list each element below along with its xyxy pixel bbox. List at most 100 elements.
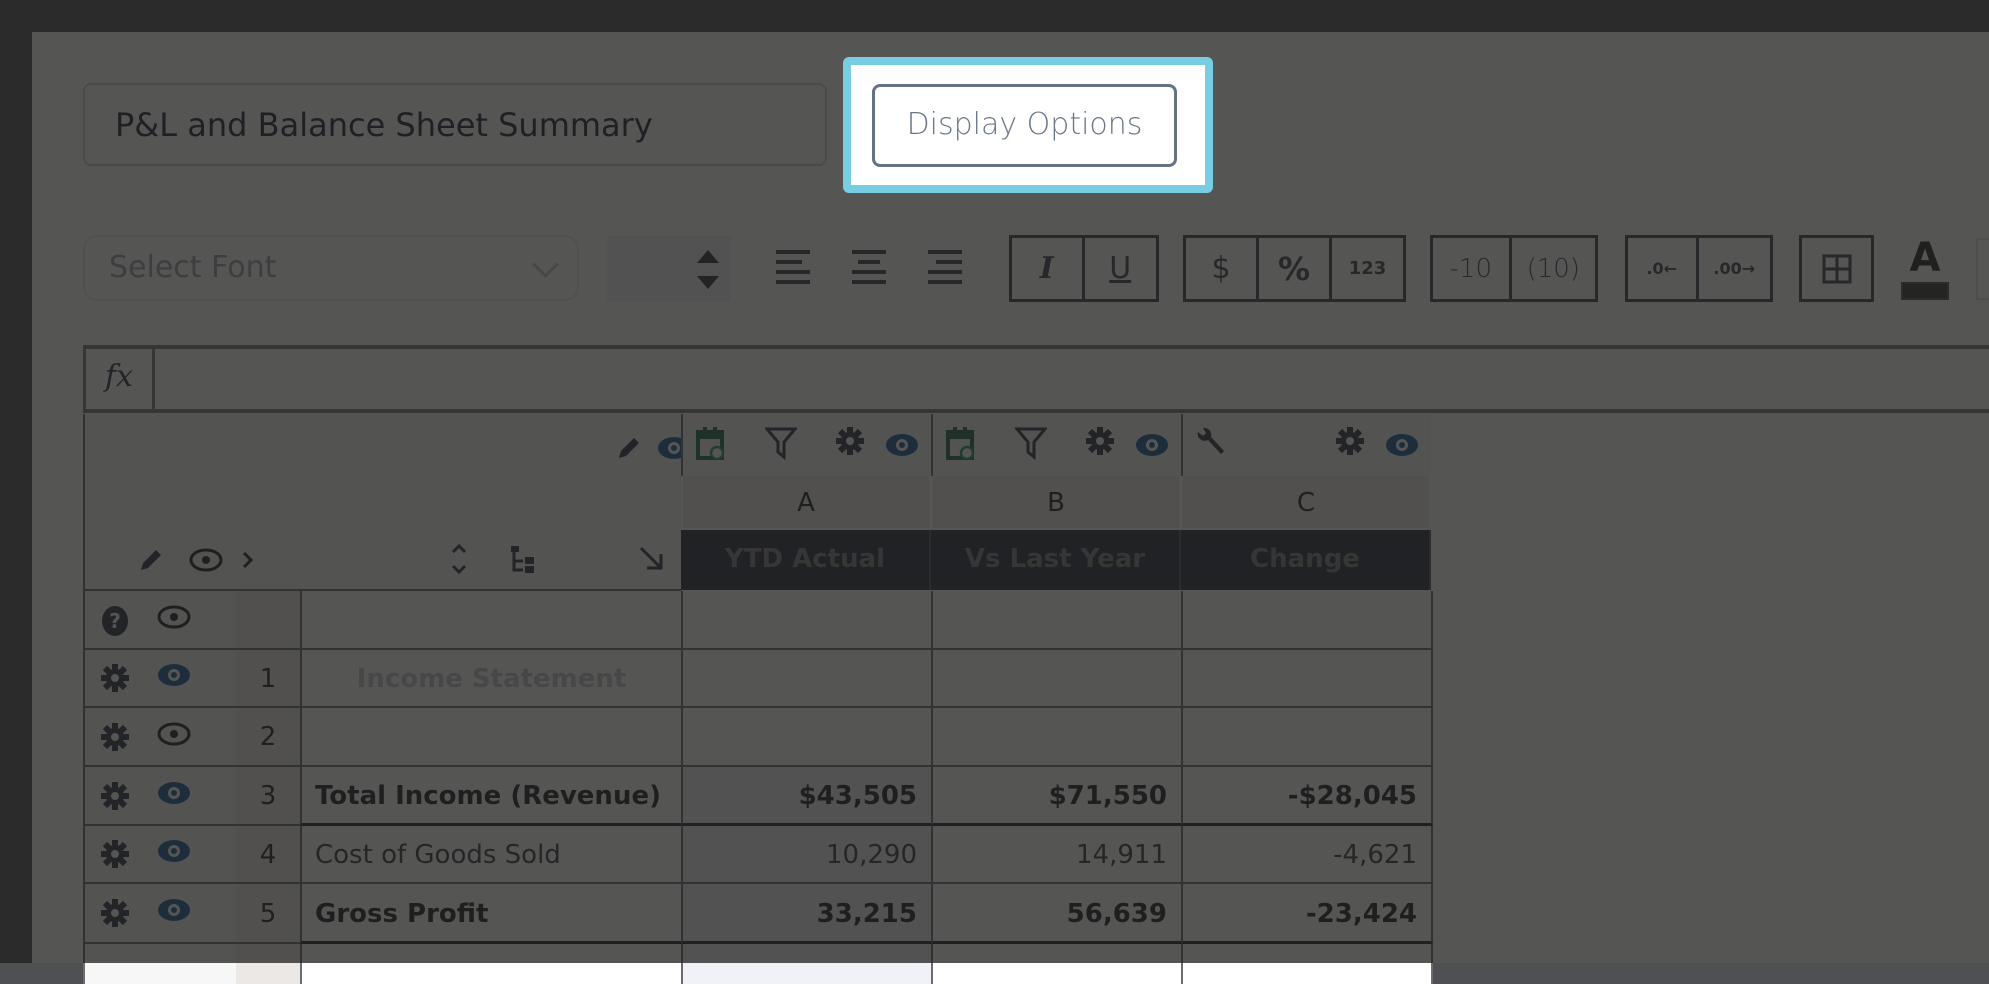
negative-minus-button[interactable]: -10 [1433,238,1512,299]
font-size-stepper[interactable] [607,236,731,302]
eye-outline-icon[interactable] [157,605,191,634]
eye-icon[interactable] [1135,433,1169,462]
row-controls [83,944,236,984]
arrow-down-right-icon[interactable] [637,544,667,574]
cell-b[interactable] [931,591,1181,650]
sort-expand-icon[interactable] [449,542,469,576]
calendar-refresh-icon[interactable] [945,426,977,467]
gear-icon[interactable] [100,839,130,874]
borders-button[interactable] [1802,238,1871,299]
calendar-refresh-icon[interactable] [695,426,727,467]
cell-a[interactable]: $43,505 [681,767,931,826]
fx-icon: fx [86,349,155,409]
cell-c[interactable]: -$28,045 [1181,767,1433,826]
eye-icon[interactable] [157,781,191,810]
row-number[interactable] [236,944,300,984]
currency-format-button[interactable]: $ [1186,238,1259,299]
increase-decimal-button[interactable]: .00→ [1699,238,1770,299]
cell-c[interactable]: -4,621 [1181,826,1433,884]
row-number[interactable] [236,591,300,650]
row-number[interactable]: 2 [236,708,300,767]
eye-icon[interactable] [157,839,191,868]
percent-format-button[interactable]: % [1259,238,1332,299]
help-icon[interactable]: ? [100,605,130,642]
cell-c[interactable] [1181,591,1433,650]
filter-icon[interactable] [763,426,799,465]
cell-c[interactable] [1181,708,1433,767]
cell-a[interactable] [681,591,931,650]
report-grid: A YTD Actual B Vs Last Year C Change ? 1 Income… [83,414,1464,984]
row-number[interactable]: 3 [236,767,300,826]
row-label[interactable]: Total Income (Revenue) [300,767,681,826]
align-right-button[interactable] [928,250,962,286]
column-letter[interactable]: C [1183,476,1429,528]
eye-icon[interactable] [157,898,191,927]
row-number[interactable]: 4 [236,826,300,884]
row-label[interactable]: Income Statement [300,650,681,708]
increment-arrow-icon[interactable] [697,250,719,263]
negative-parens-button[interactable]: (10) [1512,238,1595,299]
cell-c[interactable]: -23,424 [1181,884,1433,944]
filter-icon[interactable] [1013,426,1049,465]
display-options-button[interactable]: Display Options [872,84,1177,167]
eye-icon[interactable] [1385,433,1419,462]
row-label[interactable] [300,591,681,650]
gear-icon[interactable] [1085,426,1115,461]
underline-button[interactable]: U [1085,238,1156,299]
decrement-arrow-icon[interactable] [697,276,719,289]
row-number[interactable]: 5 [236,884,300,944]
font-select[interactable]: Select Font [83,235,579,301]
toolbar-more-button[interactable] [1976,238,1989,300]
negative-format-group: -10 (10) [1430,235,1598,302]
column-letter[interactable]: B [933,476,1179,528]
gear-icon[interactable] [100,781,130,816]
gear-icon[interactable] [100,663,130,698]
cell-a[interactable]: 33,215 [681,884,931,944]
grid-corner [83,414,690,591]
column-title[interactable]: Change [1181,530,1431,590]
cell-a[interactable] [681,708,931,767]
report-title-input[interactable]: P&L and Balance Sheet Summary [83,83,827,166]
eye-icon[interactable] [885,433,919,462]
cell-a[interactable] [681,650,931,708]
gear-icon[interactable] [835,426,865,461]
row-label[interactable]: Gross Profit [300,884,681,944]
edit-pencil-icon[interactable] [615,434,643,462]
cell-b[interactable]: 56,639 [931,884,1181,944]
cell-b[interactable]: 14,911 [931,826,1181,884]
formula-input[interactable] [158,349,1989,409]
column-title[interactable]: YTD Actual [681,530,931,590]
column-title[interactable]: Vs Last Year [931,530,1181,590]
align-left-button[interactable] [776,250,810,286]
row-label[interactable]: Cost of Goods Sold [300,826,681,884]
number-format-button[interactable]: 123 [1332,238,1403,299]
eye-outline-icon[interactable] [189,548,223,572]
cell-a[interactable]: 10,290 [681,826,931,884]
edit-row-pencil-icon[interactable] [137,546,165,574]
gear-icon[interactable] [1335,426,1365,461]
cell-c[interactable] [1181,944,1433,984]
cell-b[interactable] [931,708,1181,767]
number-format-group: $ % 123 [1183,235,1406,302]
column-letter[interactable]: A [683,476,929,528]
row-label[interactable] [300,944,681,984]
cell-b[interactable] [931,944,1181,984]
cell-c[interactable] [1181,650,1433,708]
cell-b[interactable]: $71,550 [931,767,1181,826]
eye-icon[interactable] [157,663,191,692]
row-label[interactable] [300,708,681,767]
hierarchy-icon[interactable] [509,544,539,574]
cell-a[interactable] [681,944,931,984]
eye-outline-icon[interactable] [157,722,191,751]
cell-b[interactable] [931,650,1181,708]
gear-icon[interactable] [100,722,130,757]
text-color-swatch [1901,282,1949,300]
gear-icon[interactable] [100,898,130,933]
wrench-icon[interactable] [1195,426,1227,463]
align-center-button[interactable] [852,250,886,286]
chevron-right-icon[interactable] [241,550,255,570]
row-number[interactable]: 1 [236,650,300,708]
text-color-button[interactable]: A [1901,238,1949,300]
italic-button[interactable]: I [1012,238,1085,299]
decrease-decimal-button[interactable]: .0← [1628,238,1699,299]
